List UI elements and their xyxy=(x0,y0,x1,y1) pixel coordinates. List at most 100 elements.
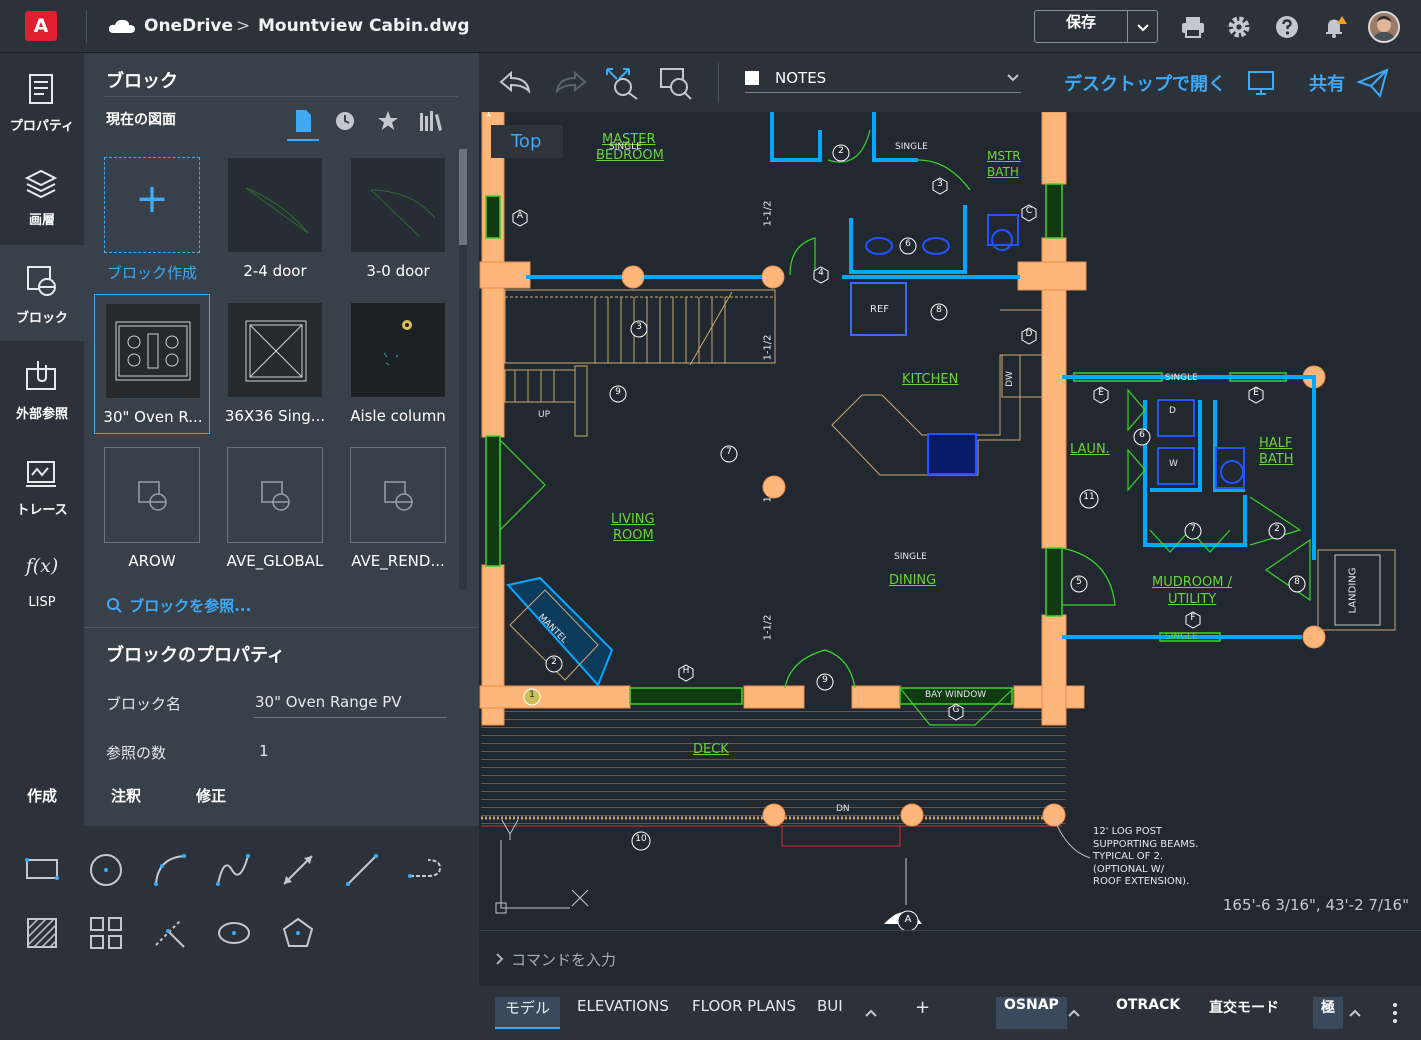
block-label: Aisle column xyxy=(350,407,446,425)
tab-bui[interactable]: BUI xyxy=(807,997,853,1029)
tab-modify[interactable]: 修正 xyxy=(169,785,253,826)
tab-annotate[interactable]: 注釈 xyxy=(84,785,168,826)
zoom-window-icon[interactable] xyxy=(657,65,697,101)
label-single: SINGLE xyxy=(609,142,642,152)
send-paper-plane-icon[interactable] xyxy=(1356,67,1390,99)
desktop-monitor-icon[interactable] xyxy=(1247,69,1275,97)
view-label[interactable]: Top xyxy=(491,125,563,158)
osnap-toggle[interactable]: OSNAP xyxy=(996,997,1067,1029)
tag-circle: 7 xyxy=(720,445,738,467)
label-dishwasher: DW xyxy=(1004,371,1015,387)
tool-palette: 作成 注釈 修正 xyxy=(0,785,479,1040)
block-tile-ave-global[interactable]: AVE_GLOBAL xyxy=(217,439,333,579)
ref-count-value: 1 xyxy=(259,742,269,760)
breadcrumb-onedrive[interactable]: OneDrive xyxy=(144,16,233,36)
label-single: SINGLE xyxy=(1165,373,1198,383)
header-divider xyxy=(86,10,87,43)
polar-toggle[interactable]: 極 xyxy=(1313,997,1343,1029)
tab-recent[interactable] xyxy=(329,105,361,141)
block-tile-create[interactable]: + ブロック作成 xyxy=(94,149,210,289)
rail-label-trace: トレース xyxy=(16,503,68,518)
zoom-extents-icon[interactable] xyxy=(603,65,643,101)
ellipse-tool-icon[interactable] xyxy=(214,913,254,953)
circle-tool-icon[interactable] xyxy=(86,850,126,890)
chevron-up-icon[interactable] xyxy=(863,1006,879,1020)
more-menu-icon[interactable] xyxy=(1387,1000,1403,1026)
panel-scrollbar-thumb[interactable] xyxy=(459,149,467,245)
search-icon xyxy=(107,598,122,613)
share-label: 共有 xyxy=(1309,74,1345,95)
tag-circle: 8 xyxy=(1288,575,1306,597)
open-in-desktop-label: デスクトップで開く xyxy=(1064,74,1226,95)
hatch-tool-icon[interactable] xyxy=(22,913,62,953)
layer-dropdown[interactable]: NOTES xyxy=(745,67,1021,93)
tab-create[interactable]: 作成 xyxy=(0,785,84,826)
browse-blocks-label: ブロックを参照... xyxy=(129,597,252,615)
block-tile-ave-render[interactable]: AVE_REND... xyxy=(340,439,456,579)
command-line[interactable]: コマンドを入力 xyxy=(479,930,1421,986)
block-name-value[interactable]: 30" Oven Range PV xyxy=(255,693,402,711)
tag-hex-a: A xyxy=(511,209,529,231)
tag-circle: 2 xyxy=(1268,522,1286,544)
trim-tool-icon[interactable] xyxy=(150,913,190,953)
print-icon[interactable] xyxy=(1180,14,1206,40)
block-tile-2-4-door[interactable]: 2-4 door xyxy=(217,149,333,289)
rail-item-lisp[interactable]: f(x) LISP xyxy=(0,533,84,629)
tab-model[interactable]: モデル xyxy=(495,997,561,1029)
rail-item-properties[interactable]: プロパティ xyxy=(0,53,84,149)
note-line: TYPICAL OF 2. xyxy=(1093,851,1164,862)
browse-blocks-link[interactable]: ブロックを参照... xyxy=(106,595,251,616)
tab-floor-plans[interactable]: FLOOR PLANS xyxy=(682,997,806,1029)
user-avatar[interactable] xyxy=(1368,11,1400,43)
tag-circle: 7 xyxy=(1184,522,1202,544)
block-tile-aisle-column[interactable]: Aisle column xyxy=(340,294,456,434)
panel-title: ブロック xyxy=(106,71,178,92)
block-tile-arow[interactable]: AROW xyxy=(94,439,210,579)
spline-tool-icon[interactable] xyxy=(214,850,254,890)
share-button[interactable]: 共有 xyxy=(1309,70,1345,96)
block-tile-3-0-door[interactable]: 3-0 door xyxy=(340,149,456,289)
rail-item-blocks[interactable]: ブロック xyxy=(0,245,84,341)
chevron-up-icon[interactable] xyxy=(1066,1006,1082,1020)
undo-icon[interactable] xyxy=(497,67,535,97)
save-button[interactable]: 保存 xyxy=(1035,11,1127,42)
add-layout-button[interactable]: + xyxy=(905,997,940,1029)
command-input[interactable]: コマンドを入力 xyxy=(511,949,616,970)
tab-elevations[interactable]: ELEVATIONS xyxy=(567,997,679,1029)
arc-tool-icon[interactable] xyxy=(150,850,190,890)
label-landing: LANDING xyxy=(1347,567,1359,614)
array-tool-icon[interactable] xyxy=(86,913,126,953)
chevron-up-icon[interactable] xyxy=(1347,1006,1363,1020)
redo-icon[interactable] xyxy=(551,67,589,97)
help-icon[interactable] xyxy=(1274,14,1300,40)
polyline-tool-icon[interactable] xyxy=(406,850,446,890)
tag-hex-e: E xyxy=(1247,386,1265,408)
dimension-tool-icon[interactable] xyxy=(278,850,318,890)
dim-1-1-2: 1-1/2 xyxy=(762,614,774,641)
block-tile-36x36-single[interactable]: 36X36 Sing... xyxy=(217,294,333,434)
open-in-desktop-button[interactable]: デスクトップで開く xyxy=(1064,70,1226,96)
rectangle-tool-icon[interactable] xyxy=(22,850,62,890)
autocad-logo[interactable]: A xyxy=(25,11,57,41)
drawing-canvas[interactable]: MASTER BEDROOM MSTR BATH KITCHEN LAUN. H… xyxy=(479,112,1421,930)
block-thumb xyxy=(227,302,323,398)
block-tile-oven-range[interactable]: 30" Oven R... xyxy=(94,294,210,434)
tab-current-drawing[interactable] xyxy=(287,105,319,141)
rail-label-properties: プロパティ xyxy=(9,119,75,134)
line-tool-icon[interactable] xyxy=(342,850,382,890)
otrack-toggle[interactable]: OTRACK xyxy=(1108,997,1188,1029)
save-dropdown-button[interactable] xyxy=(1127,11,1157,42)
rail-item-layers[interactable]: 画層 xyxy=(0,149,84,245)
rail-item-trace[interactable]: トレース xyxy=(0,437,84,533)
settings-gear-icon[interactable] xyxy=(1226,14,1252,40)
tab-libraries[interactable] xyxy=(414,105,446,141)
notifications-bell-icon[interactable] xyxy=(1322,14,1348,40)
rail-item-xref[interactable]: 外部参照 xyxy=(0,341,84,437)
label-ref: REF xyxy=(870,304,890,315)
ortho-mode-toggle[interactable]: 直交モード xyxy=(1201,997,1287,1029)
tab-favorites[interactable] xyxy=(372,105,404,141)
panel-subtitle: 現在の図面 xyxy=(106,112,176,128)
block-thumb xyxy=(227,157,323,253)
star-icon xyxy=(378,111,398,130)
polygon-tool-icon[interactable] xyxy=(278,913,318,953)
